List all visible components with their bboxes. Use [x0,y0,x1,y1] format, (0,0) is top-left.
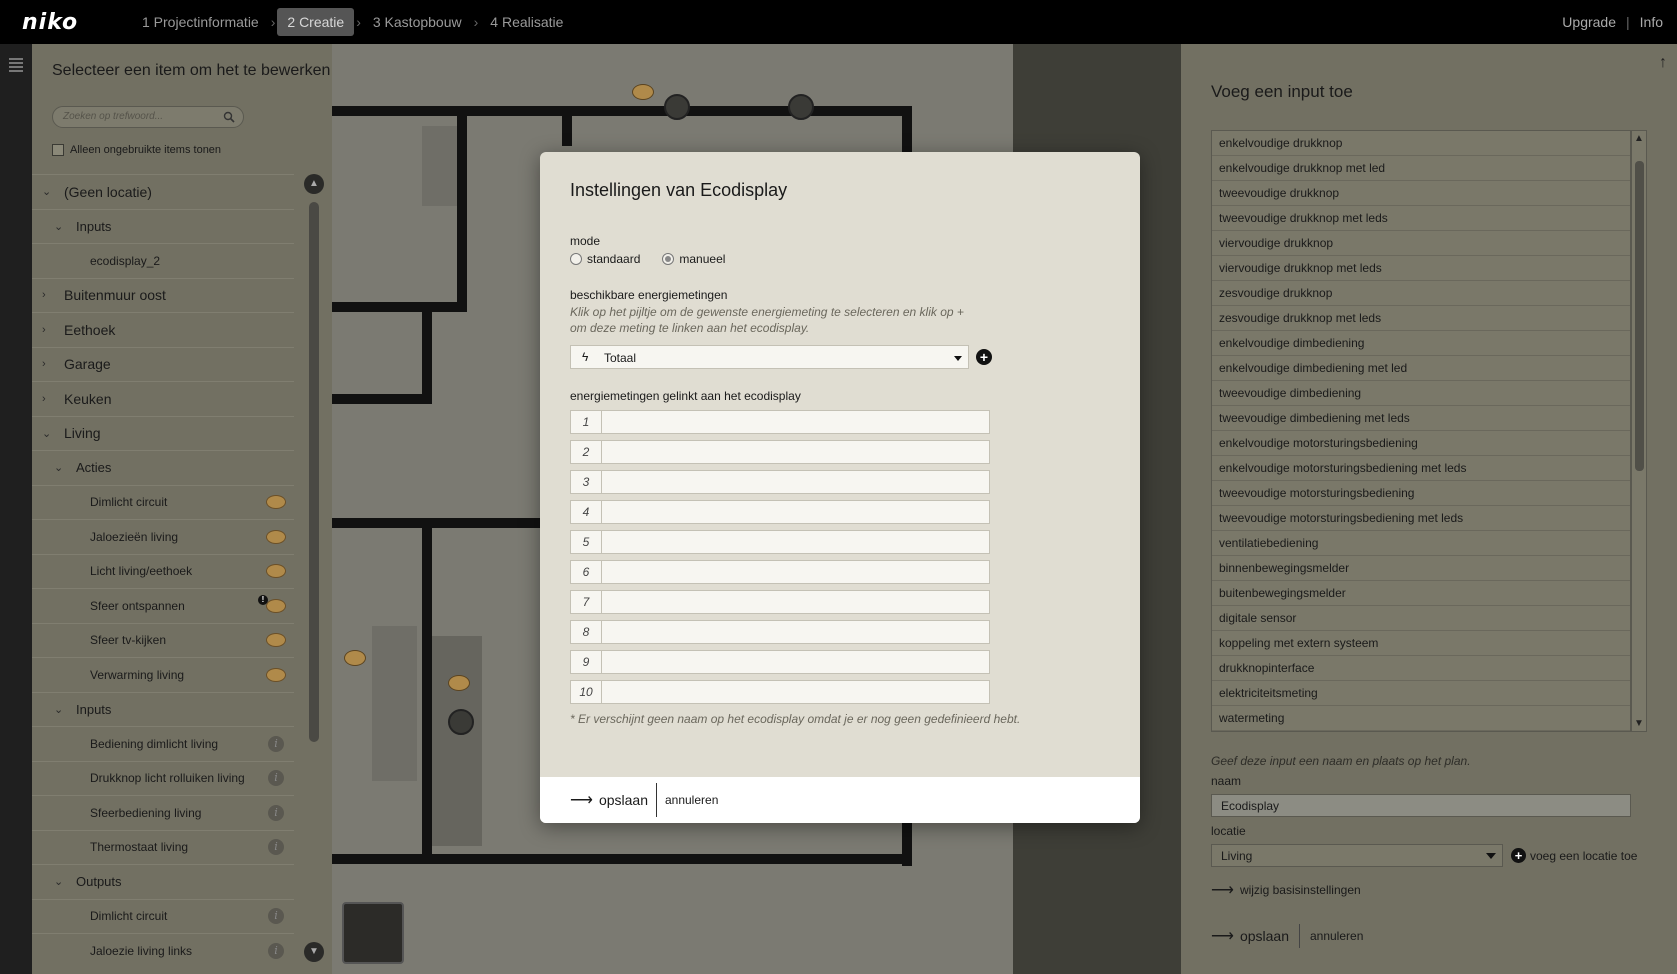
linked-measurement-slot[interactable]: 3 [570,470,990,494]
linked-measurement-slot[interactable]: 2 [570,440,990,464]
measurement-select[interactable]: ϟ Totaal [570,345,969,369]
slot-number: 2 [571,441,602,463]
chevron-right-icon: › [356,14,361,30]
radio-standaard[interactable] [570,253,582,265]
linked-measurement-slot[interactable]: 4 [570,500,990,524]
dialog-title: Instellingen van Ecodisplay [570,180,788,200]
top-right-links: Upgrade | Info [1562,0,1663,44]
mode-radio-group: standaard manueel [570,252,725,266]
dialog-save-button[interactable]: opslaan [599,792,648,808]
linked-measurement-slot[interactable]: 5 [570,530,990,554]
radio-manueel-label[interactable]: manueel [679,252,725,266]
chevron-right-icon: › [473,14,479,30]
arrow-right-icon: ⟶ [570,792,593,809]
linked-measurement-slot[interactable]: 7 [570,590,990,614]
slot-number: 1 [571,411,602,433]
niko-logo[interactable]: niko [22,10,132,35]
slot-number: 8 [571,621,602,643]
info-link[interactable]: Info [1640,14,1663,30]
slot-number: 5 [571,531,602,553]
add-measurement-button[interactable]: + [976,349,992,365]
lightning-icon: ϟ [582,350,589,364]
linked-measurement-slot[interactable]: 6 [570,560,990,584]
radio-manueel[interactable] [662,253,675,265]
radio-standaard-label[interactable]: standaard [587,252,640,266]
separator [655,783,657,817]
dialog-cancel-button[interactable]: annuleren [665,793,718,807]
slot-number: 9 [571,651,602,673]
ecodisplay-settings-dialog: Instellingen van Ecodisplay mode standaa… [540,152,1140,823]
dialog-footer: ⟶ opslaan annuleren [540,777,1140,823]
separator: | [1626,14,1630,30]
step-creatie[interactable]: 2 Creatie [277,8,355,36]
step-kastopbouw[interactable]: 3 Kastopbouw [363,8,472,36]
caret-down-icon[interactable] [954,356,962,361]
step-projectinformatie[interactable]: 1 Projectinformatie [132,8,269,36]
slot-number: 4 [571,501,602,523]
slot-number: 7 [571,591,602,613]
linked-measurement-slot[interactable]: 8 [570,620,990,644]
available-measurements-hint: Klik op het pijltje om de gewenste energ… [570,305,964,335]
mode-label: mode [570,234,601,248]
slot-number: 3 [571,471,602,493]
chevron-right-icon: › [270,14,276,30]
linked-measurement-slot[interactable]: 10 [570,680,990,704]
available-measurements-label: beschikbare energiemetingen [570,288,728,302]
linked-measurement-slot[interactable]: 9 [570,650,990,674]
step-realisatie[interactable]: 4 Realisatie [480,8,573,36]
slot-number: 10 [571,681,602,703]
linked-measurements-label: energiemetingen gelinkt aan het ecodispl… [570,389,801,403]
measurement-select-value: Totaal [604,351,637,365]
top-bar: niko 1 Projectinformatie › 2 Creatie › 3… [0,0,1677,44]
slot-number: 6 [571,561,602,583]
linked-measurement-slot[interactable]: 1 [570,410,990,434]
upgrade-link[interactable]: Upgrade [1562,14,1616,30]
dialog-note: * Er verschijnt geen naam op het ecodisp… [570,712,1021,726]
